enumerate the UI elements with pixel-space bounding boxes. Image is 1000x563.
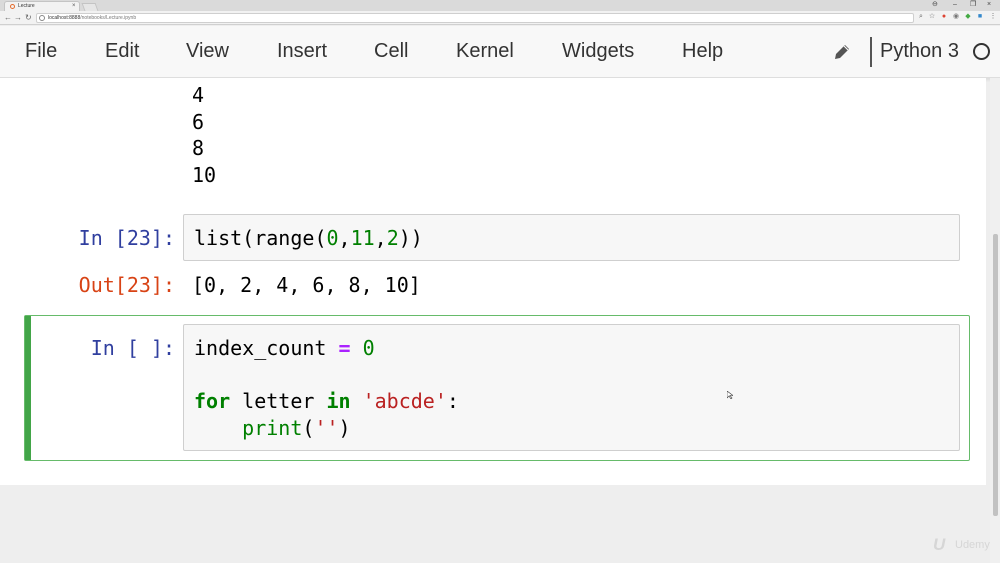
new-tab-button[interactable] [81, 3, 99, 11]
close-window-icon[interactable]: × [987, 0, 991, 10]
menu-kernel[interactable]: Kernel [456, 39, 514, 63]
url-text: localhost:8888/notebooks/Lecture.ipynb [48, 15, 137, 21]
output-line: 10 [192, 162, 217, 187]
mouse-pointer-icon [727, 391, 733, 399]
profile-icon[interactable]: ⊖ [932, 0, 938, 10]
minimize-icon[interactable]: – [953, 0, 957, 10]
browser-tab[interactable]: Lecture × [4, 1, 80, 11]
watermark-text: Udemy [955, 539, 990, 551]
browser-tab-strip: Lecture × ⊖ – ❐ × [0, 0, 1000, 11]
extension-icon[interactable]: ◆ [964, 13, 972, 21]
pencil-icon[interactable] [832, 42, 852, 62]
udemy-logo-icon: U [933, 535, 946, 554]
output-line: 6 [192, 109, 205, 134]
code-line: for letter in 'abcde': [194, 389, 459, 413]
tab-close-icon[interactable]: × [72, 2, 76, 10]
cell-output-23: [0, 2, 4, 6, 8, 10] [192, 273, 421, 297]
menu-cell[interactable]: Cell [374, 39, 408, 63]
info-icon[interactable] [39, 15, 45, 21]
in-prompt-current: In [ ]: [90, 336, 175, 360]
kernel-divider [870, 37, 872, 67]
jupyter-favicon-icon [10, 4, 15, 9]
code-cell-23[interactable]: list(range(0,11,2)) [183, 214, 960, 261]
output-line: 4 [192, 83, 205, 107]
menu-icon[interactable]: ⋮ [989, 13, 997, 21]
tab-title: Lecture [18, 3, 35, 9]
menu-edit[interactable]: Edit [105, 39, 139, 63]
kernel-name: Python 3 [880, 40, 959, 62]
menu-insert[interactable]: Insert [277, 39, 327, 63]
code-line: print('') [242, 416, 351, 440]
reload-icon[interactable]: ↻ [25, 12, 32, 23]
stream-output: 4 6 8 10 [192, 82, 216, 188]
in-prompt-23: In [23]: [78, 226, 175, 250]
code-line: list(range(0,11,2)) [194, 226, 423, 250]
extension-icon[interactable]: ● [940, 13, 948, 21]
menu-help[interactable]: Help [682, 39, 723, 63]
extension-icon[interactable]: ■ [976, 13, 984, 21]
code-editor-current[interactable]: index_count = 0 for letter in 'abcde': p… [183, 324, 960, 451]
output-line: 8 [192, 136, 205, 160]
maximize-icon[interactable]: ❐ [970, 0, 976, 10]
notebook-container: 4 6 8 10 In [23]: list(range(0,11,2)) Ou… [0, 78, 986, 485]
url-input[interactable]: localhost:8888/notebooks/Lecture.ipynb [36, 13, 914, 23]
out-prompt-23: Out[23]: [78, 273, 175, 297]
kernel-idle-indicator-icon [973, 43, 990, 60]
notebook-menubar: File Edit View Insert Cell Kernel Widget… [0, 26, 1000, 78]
menu-widgets[interactable]: Widgets [562, 39, 634, 63]
browser-address-bar: ← → ↻ localhost:8888/notebooks/Lecture.i… [0, 11, 1000, 25]
search-icon[interactable]: ⌕ [917, 13, 925, 21]
code-line: index_count = 0 [194, 336, 375, 360]
udemy-watermark: U Udemy [933, 534, 995, 556]
menu-file[interactable]: File [25, 39, 57, 63]
scrollbar-thumb[interactable] [993, 234, 998, 516]
back-icon[interactable]: ← [4, 12, 12, 23]
forward-icon[interactable]: → [14, 12, 22, 23]
extension-icon[interactable]: ◉ [952, 13, 960, 21]
star-icon[interactable]: ☆ [928, 13, 936, 21]
menu-view[interactable]: View [186, 39, 229, 63]
